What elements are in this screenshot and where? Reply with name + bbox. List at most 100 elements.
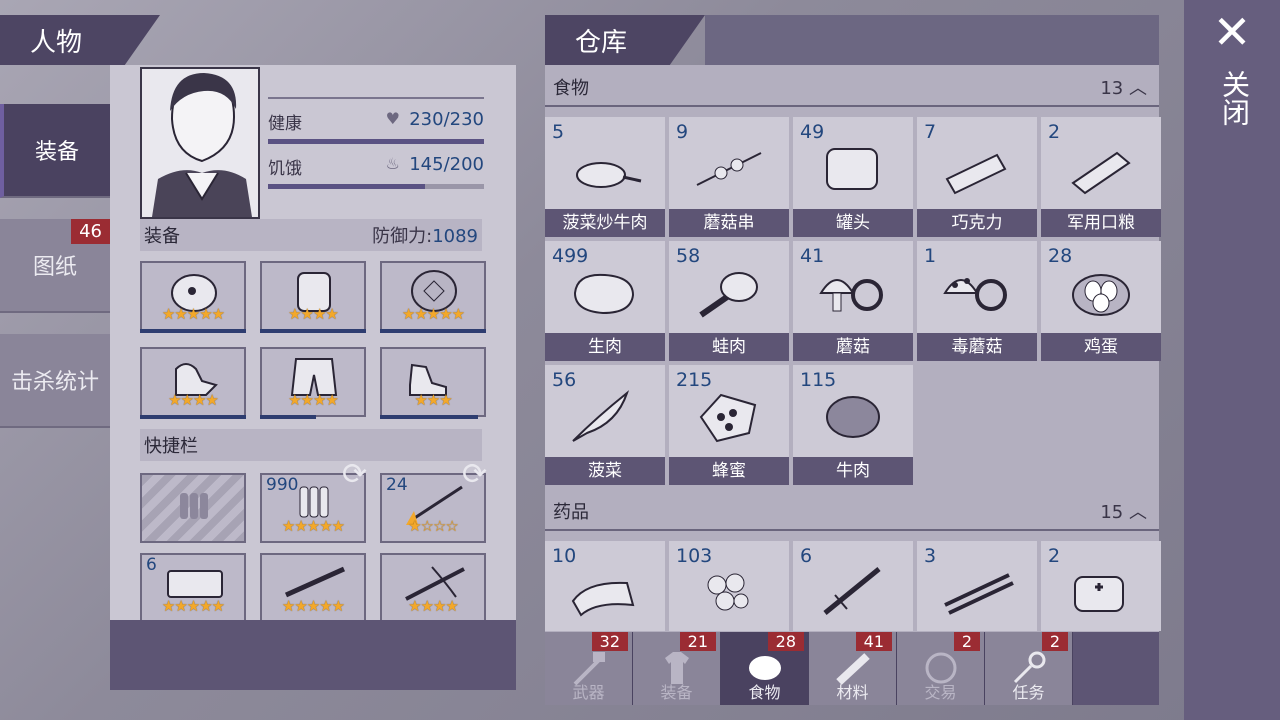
- star-rating: ★☆☆☆: [408, 517, 459, 535]
- tab-weapons[interactable]: 32 武器: [545, 632, 633, 705]
- item-name: 毒蘑菇: [917, 333, 1037, 361]
- tab-label: 武器: [572, 683, 605, 702]
- food-category-label: 食物: [553, 78, 589, 99]
- mushroom-icon: [819, 279, 883, 312]
- hunger-value: 145/200: [409, 154, 484, 175]
- can-icon: [826, 148, 878, 190]
- item-medicine[interactable]: 6: [793, 541, 913, 631]
- stomach-icon: ♨: [385, 154, 400, 173]
- star-rating: ★★★★★: [161, 597, 225, 615]
- item-name: 牛肉: [793, 457, 913, 485]
- star-rating: ★★★★: [168, 391, 219, 409]
- item-quantity: 5: [552, 121, 565, 143]
- item-food[interactable]: 58 蛙肉: [669, 241, 789, 361]
- tab-label: 材料: [836, 683, 869, 702]
- quick-slot-empty[interactable]: [140, 473, 246, 543]
- item-food[interactable]: 1 毒蘑菇: [917, 241, 1037, 361]
- equip-slot-shield[interactable]: ★★★★★: [380, 261, 486, 333]
- tab-trade[interactable]: 2 交易: [897, 632, 985, 705]
- quick-slot-shotgun[interactable]: ★★★★★: [260, 553, 366, 625]
- item-food[interactable]: 9 蘑菇串: [669, 117, 789, 237]
- poison-mushroom-icon: [943, 278, 1007, 311]
- health-bar: [268, 139, 484, 144]
- star-rating: ★★★: [414, 391, 452, 409]
- item-food[interactable]: 49 罐头: [793, 117, 913, 237]
- tab-badge: 41: [855, 632, 892, 651]
- food-category-header[interactable]: 食物 13 ︿: [545, 69, 1159, 107]
- defense-value: 1089: [432, 226, 478, 247]
- quick-slot-brick[interactable]: 6 ★★★★★: [140, 553, 246, 623]
- item-medicine[interactable]: 2: [1041, 541, 1161, 631]
- first-aid-kit-icon: [1074, 576, 1124, 612]
- item-medicine[interactable]: 10: [545, 541, 665, 631]
- character-body: 健康 ♥ 230/230 饥饿 ♨ 145/200 装备 防御力:1089 ★★…: [110, 65, 516, 635]
- star-rating: ★★★★★: [401, 305, 465, 323]
- tab-equipment[interactable]: 21 装备: [633, 632, 721, 705]
- item-quantity: 3: [924, 545, 937, 567]
- item-food[interactable]: 215 蜂蜜: [669, 365, 789, 485]
- character-footer: [110, 620, 516, 690]
- blueprints-badge: 46: [71, 219, 110, 244]
- equip-slot-shoes[interactable]: ★★★: [380, 347, 486, 419]
- slot-quantity: 6: [146, 555, 157, 575]
- item-name: 蘑菇串: [669, 209, 789, 237]
- chevron-up-icon: ︿: [1129, 502, 1147, 523]
- tab-equipment[interactable]: 装备: [0, 104, 110, 198]
- item-name: 蘑菇: [793, 333, 913, 361]
- equip-slot-pants[interactable]: ★★★★: [260, 347, 366, 419]
- honeycomb-icon: [699, 393, 757, 443]
- equip-slot-helmet[interactable]: ★★★★★: [140, 261, 246, 333]
- tab-label: 食物: [748, 683, 781, 702]
- item-quantity: 2: [1048, 545, 1061, 567]
- tab-materials[interactable]: 41 材料: [809, 632, 897, 705]
- pan-dish-icon: [576, 162, 642, 188]
- item-food[interactable]: 499 生肉: [545, 241, 665, 361]
- frog-leg-icon: [699, 272, 758, 318]
- tab-food[interactable]: 28 食物: [721, 632, 809, 705]
- swap-icon[interactable]: ⟳: [342, 457, 367, 492]
- heart-icon: ♥: [385, 109, 400, 128]
- item-name: 菠菜: [545, 457, 665, 485]
- item-food[interactable]: 7 巧克力: [917, 117, 1037, 237]
- tab-blueprints[interactable]: 图纸 46: [0, 219, 110, 313]
- health-label: 健康: [268, 114, 302, 134]
- item-quantity: 1: [924, 245, 937, 267]
- item-food[interactable]: 2 军用口粮: [1041, 117, 1161, 237]
- medicine-category-label: 药品: [553, 502, 589, 523]
- item-medicine[interactable]: 3: [917, 541, 1037, 631]
- close-label[interactable]: 关闭: [1210, 70, 1254, 126]
- tab-label: 图纸: [32, 255, 77, 280]
- item-name: 罐头: [793, 209, 913, 237]
- character-portrait: [140, 67, 260, 219]
- star-rating: ★★★★★: [281, 597, 345, 615]
- item-food[interactable]: 41 蘑菇: [793, 241, 913, 361]
- close-icon[interactable]: ✕: [1212, 9, 1252, 55]
- item-medicine[interactable]: 103: [669, 541, 789, 631]
- health-stat: 健康 ♥ 230/230: [268, 97, 484, 144]
- quick-slot-crossbow[interactable]: ★★★★: [380, 553, 486, 625]
- tab-quests[interactable]: 2 任务: [985, 632, 1073, 705]
- equip-slot-gloves[interactable]: ★★★★: [140, 347, 246, 419]
- star-rating: ★★★★★: [161, 305, 225, 323]
- medicine-category-header[interactable]: 药品 15 ︿: [545, 493, 1159, 531]
- item-food[interactable]: 5 菠菜炒牛肉: [545, 117, 665, 237]
- tab-label: 装备: [34, 140, 79, 165]
- quickbar-section-bar: 快捷栏: [140, 429, 482, 461]
- item-food[interactable]: 115 牛肉: [793, 365, 913, 485]
- equip-slot-armor[interactable]: ★★★★: [260, 261, 366, 333]
- item-quantity: 2: [1048, 121, 1061, 143]
- tab-badge: 2: [1041, 632, 1068, 651]
- item-food[interactable]: 56 菠菜: [545, 365, 665, 485]
- swap-icon[interactable]: ⟳: [462, 457, 487, 492]
- spinach-icon: [572, 390, 630, 442]
- tab-kill-stats[interactable]: 击杀统计: [0, 334, 110, 428]
- item-quantity: 6: [800, 545, 813, 567]
- beef-icon: [826, 396, 880, 438]
- defense-label: 防御力:: [372, 226, 433, 247]
- hunger-stat: 饥饿 ♨ 145/200: [268, 154, 484, 189]
- equipment-section-bar: 装备 防御力:1089: [140, 219, 482, 251]
- item-name: 菠菜炒牛肉: [545, 209, 665, 237]
- item-food[interactable]: 28 鸡蛋: [1041, 241, 1161, 361]
- warehouse-panel: 仓库 食物 13 ︿ 5 菠菜炒牛肉 9 蘑菇串 49 罐头 7 巧克力 2 军用口粮 4…: [545, 15, 1161, 705]
- herb-icon: [707, 573, 749, 611]
